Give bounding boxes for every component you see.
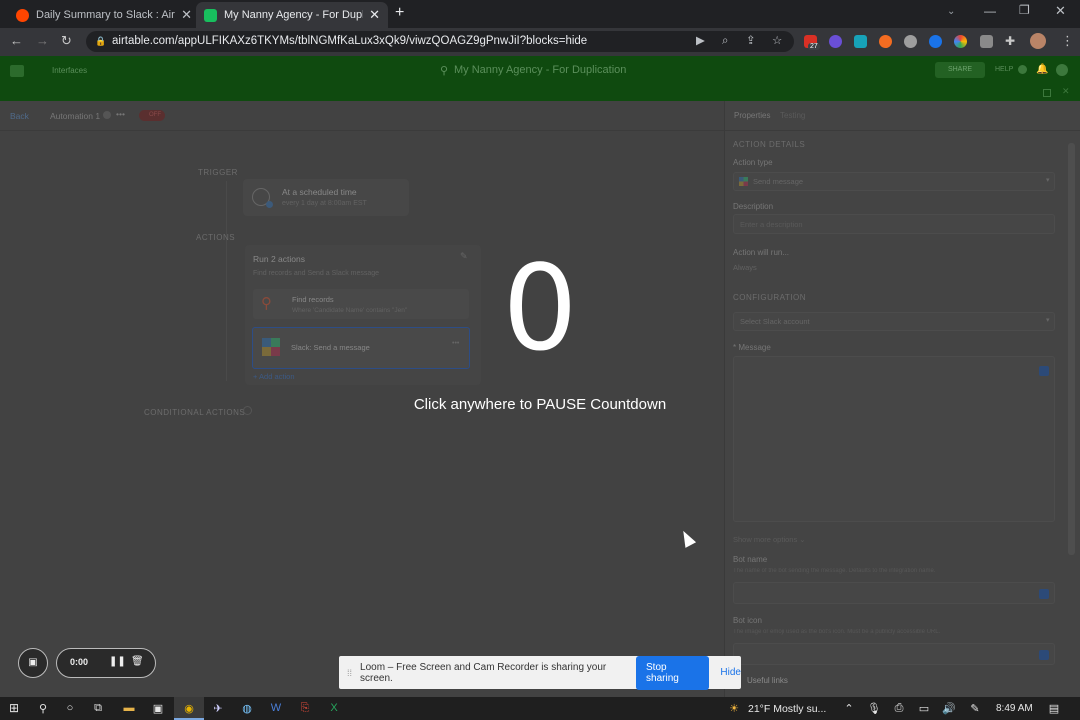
countdown-number: 0 — [502, 239, 578, 377]
windows-start-icon[interactable]: ⊞ — [6, 700, 22, 716]
excel-icon[interactable]: X — [326, 700, 342, 716]
store-icon[interactable]: ▣ — [150, 700, 166, 716]
volume-icon[interactable]: 🔊 — [941, 700, 957, 716]
stop-sharing-button[interactable]: Stop sharing — [636, 655, 710, 690]
drag-handle-icon[interactable]: ⁞⁞ — [347, 668, 352, 678]
chrome-icon: ◉ — [184, 702, 194, 715]
cortana-icon[interactable]: ○ — [62, 700, 78, 716]
task-view-icon[interactable]: ⧉ — [90, 700, 106, 716]
notification-center-icon[interactable]: ▤ — [1046, 700, 1062, 716]
hide-button[interactable]: Hide — [720, 667, 741, 678]
search-icon[interactable]: ⚲ — [35, 700, 51, 716]
app-bird-icon[interactable]: ✈ — [210, 700, 226, 716]
word-icon[interactable]: W — [268, 700, 284, 716]
loom-sharing-bar: ⁞⁞ Loom – Free Screen and Cam Recorder i… — [339, 655, 741, 690]
recording-timer: 0:00 — [70, 657, 89, 667]
pen-icon[interactable]: ✎ — [967, 700, 983, 716]
recorder-pill: 0:00 ❚❚ 🗑 — [56, 648, 156, 678]
file-explorer-icon[interactable]: ▬ — [121, 700, 137, 716]
clock-time[interactable]: 8:49 AM — [996, 703, 1033, 714]
tray-chevron-up-icon[interactable]: ⌃ — [841, 700, 857, 716]
microphone-icon[interactable]: 🎙 — [866, 700, 882, 716]
pause-icon[interactable]: ❚❚ — [109, 656, 126, 667]
trash-icon[interactable]: 🗑 — [131, 656, 144, 667]
weather-text[interactable]: 21°F Mostly su... — [748, 703, 826, 715]
pause-countdown-message: Click anywhere to PAUSE Countdown — [413, 396, 667, 413]
meet-now-icon[interactable]: ⎙ — [891, 700, 907, 716]
app-globe-icon[interactable]: ◍ — [239, 700, 255, 716]
camera-toggle-icon[interactable]: ▣ — [18, 648, 48, 678]
battery-icon[interactable]: ▭ — [916, 700, 932, 716]
acrobat-icon[interactable]: ⎘ — [297, 700, 313, 716]
weather-sun-icon: ☀ — [729, 702, 739, 715]
loom-message: Loom – Free Screen and Cam Recorder is s… — [360, 661, 607, 684]
